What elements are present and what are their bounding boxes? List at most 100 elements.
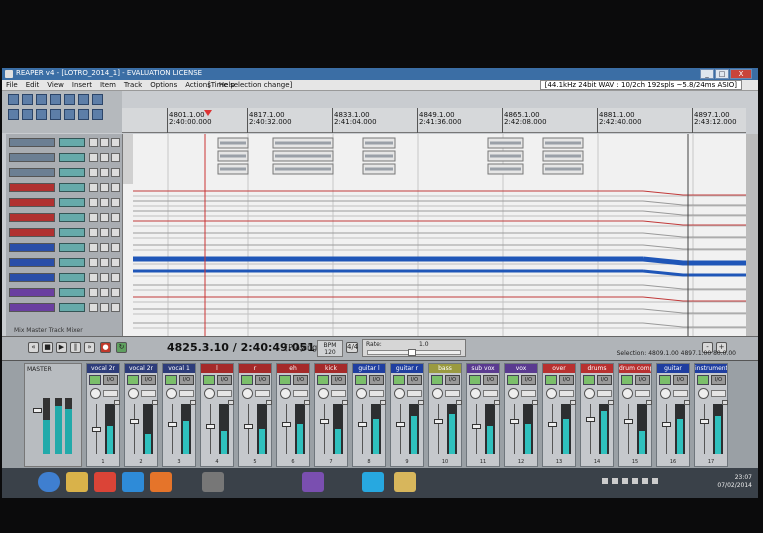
mute-button[interactable]	[494, 400, 500, 405]
mute-button[interactable]	[532, 400, 538, 405]
io-button[interactable]: I/O	[103, 375, 118, 385]
ripple-icon[interactable]	[36, 109, 47, 120]
track-name-box[interactable]	[9, 183, 55, 192]
volume-fader[interactable]	[700, 419, 709, 424]
undo-icon[interactable]	[64, 94, 75, 105]
arrange-view[interactable]	[122, 134, 747, 336]
volume-fader[interactable]	[396, 422, 405, 427]
pan-slider[interactable]	[293, 390, 308, 397]
io-button[interactable]: I/O	[521, 375, 536, 385]
track-mute-button[interactable]	[89, 288, 98, 297]
strip-name[interactable]: vocal 1	[163, 364, 195, 373]
menu-insert[interactable]: Insert	[68, 80, 96, 90]
lock-icon[interactable]	[92, 109, 103, 120]
volume-knob[interactable]	[90, 388, 101, 399]
io-button[interactable]: I/O	[369, 375, 384, 385]
track-name-box[interactable]	[9, 258, 55, 267]
reaper-icon[interactable]	[202, 472, 224, 492]
pan-slider[interactable]	[673, 390, 688, 397]
strip-name[interactable]: eh	[277, 364, 309, 373]
track-fx-button[interactable]	[111, 288, 120, 297]
track-mute-button[interactable]	[89, 243, 98, 252]
menu-options[interactable]: Options	[146, 80, 181, 90]
volume-fader[interactable]	[244, 424, 253, 429]
pan-slider[interactable]	[179, 390, 194, 397]
metronome-icon[interactable]	[92, 94, 103, 105]
fx-button[interactable]	[583, 375, 595, 385]
track-header[interactable]	[9, 258, 120, 268]
strip-name[interactable]: vox	[505, 364, 537, 373]
volume-knob[interactable]	[470, 388, 481, 399]
track-io-button[interactable]	[59, 168, 85, 177]
record-button[interactable]: ●	[100, 342, 111, 353]
track-header[interactable]	[9, 288, 120, 298]
io-button[interactable]: I/O	[293, 375, 308, 385]
mute-button[interactable]	[190, 400, 196, 405]
track-solo-button[interactable]	[100, 228, 109, 237]
mute-button[interactable]	[380, 400, 386, 405]
audio-status[interactable]: [44.1kHz 24bit WAV : 10/2ch 192spls ~5.8…	[539, 80, 742, 90]
tray-icon[interactable]	[602, 478, 608, 484]
track-solo-button[interactable]	[100, 168, 109, 177]
track-mute-button[interactable]	[89, 258, 98, 267]
strip-name[interactable]: bass	[429, 364, 461, 373]
start-orb-icon[interactable]	[38, 472, 60, 492]
track-mute-button[interactable]	[89, 213, 98, 222]
fx-button[interactable]	[203, 375, 215, 385]
volume-knob[interactable]	[394, 388, 405, 399]
pan-slider[interactable]	[217, 390, 232, 397]
play-button[interactable]: ▶	[56, 342, 67, 353]
track-header[interactable]	[9, 243, 120, 253]
volume-fader[interactable]	[320, 419, 329, 424]
pan-slider[interactable]	[711, 390, 726, 397]
track-io-button[interactable]	[59, 198, 85, 207]
volume-fader[interactable]	[510, 419, 519, 424]
fx-button[interactable]	[469, 375, 481, 385]
track-fx-button[interactable]	[111, 183, 120, 192]
io-button[interactable]: I/O	[483, 375, 498, 385]
timeline-ruler[interactable]: 4801.1.00 2:40:00.000 4817.1.00 2:40:32.000…	[122, 108, 746, 133]
volume-fader[interactable]	[358, 422, 367, 427]
tray-icon[interactable]	[642, 478, 648, 484]
master-fader[interactable]	[33, 408, 42, 413]
track-name-box[interactable]	[9, 168, 55, 177]
volume-knob[interactable]	[280, 388, 291, 399]
strip-name[interactable]: over	[543, 364, 575, 373]
explorer-icon[interactable]	[66, 472, 88, 492]
ie-icon[interactable]	[122, 472, 144, 492]
track-solo-button[interactable]	[100, 243, 109, 252]
volume-fader[interactable]	[472, 424, 481, 429]
track-header[interactable]	[9, 273, 120, 283]
track-fx-button[interactable]	[111, 303, 120, 312]
track-name-box[interactable]	[9, 243, 55, 252]
bpm-box[interactable]: BPM 120	[317, 340, 343, 357]
strip-name[interactable]: vocal 2r	[87, 364, 119, 373]
track-name-box[interactable]	[9, 198, 55, 207]
strip-name[interactable]: kick	[315, 364, 347, 373]
maximize-button[interactable]: □	[715, 69, 729, 79]
io-button[interactable]: I/O	[217, 375, 232, 385]
track-name-box[interactable]	[9, 273, 55, 282]
track-mute-button[interactable]	[89, 303, 98, 312]
track-header[interactable]	[9, 168, 120, 178]
vertical-scrollbar[interactable]	[746, 134, 758, 336]
rate-slider-knob[interactable]	[408, 349, 416, 356]
fx-button[interactable]	[355, 375, 367, 385]
track-mute-button[interactable]	[89, 168, 98, 177]
track-fx-button[interactable]	[111, 228, 120, 237]
redo-icon[interactable]	[78, 94, 89, 105]
chrome-icon[interactable]	[94, 472, 116, 492]
volume-knob[interactable]	[356, 388, 367, 399]
track-solo-button[interactable]	[100, 258, 109, 267]
volume-fader[interactable]	[92, 427, 101, 432]
track-header[interactable]	[9, 213, 120, 223]
forward-button[interactable]: »	[84, 342, 95, 353]
open-project-icon[interactable]	[22, 94, 33, 105]
fx-button[interactable]	[393, 375, 405, 385]
mute-button[interactable]	[646, 400, 652, 405]
strip-name[interactable]: vocal 2r	[125, 364, 157, 373]
track-name-box[interactable]	[9, 288, 55, 297]
pan-slider[interactable]	[331, 390, 346, 397]
io-button[interactable]: I/O	[635, 375, 650, 385]
pan-slider[interactable]	[255, 390, 270, 397]
